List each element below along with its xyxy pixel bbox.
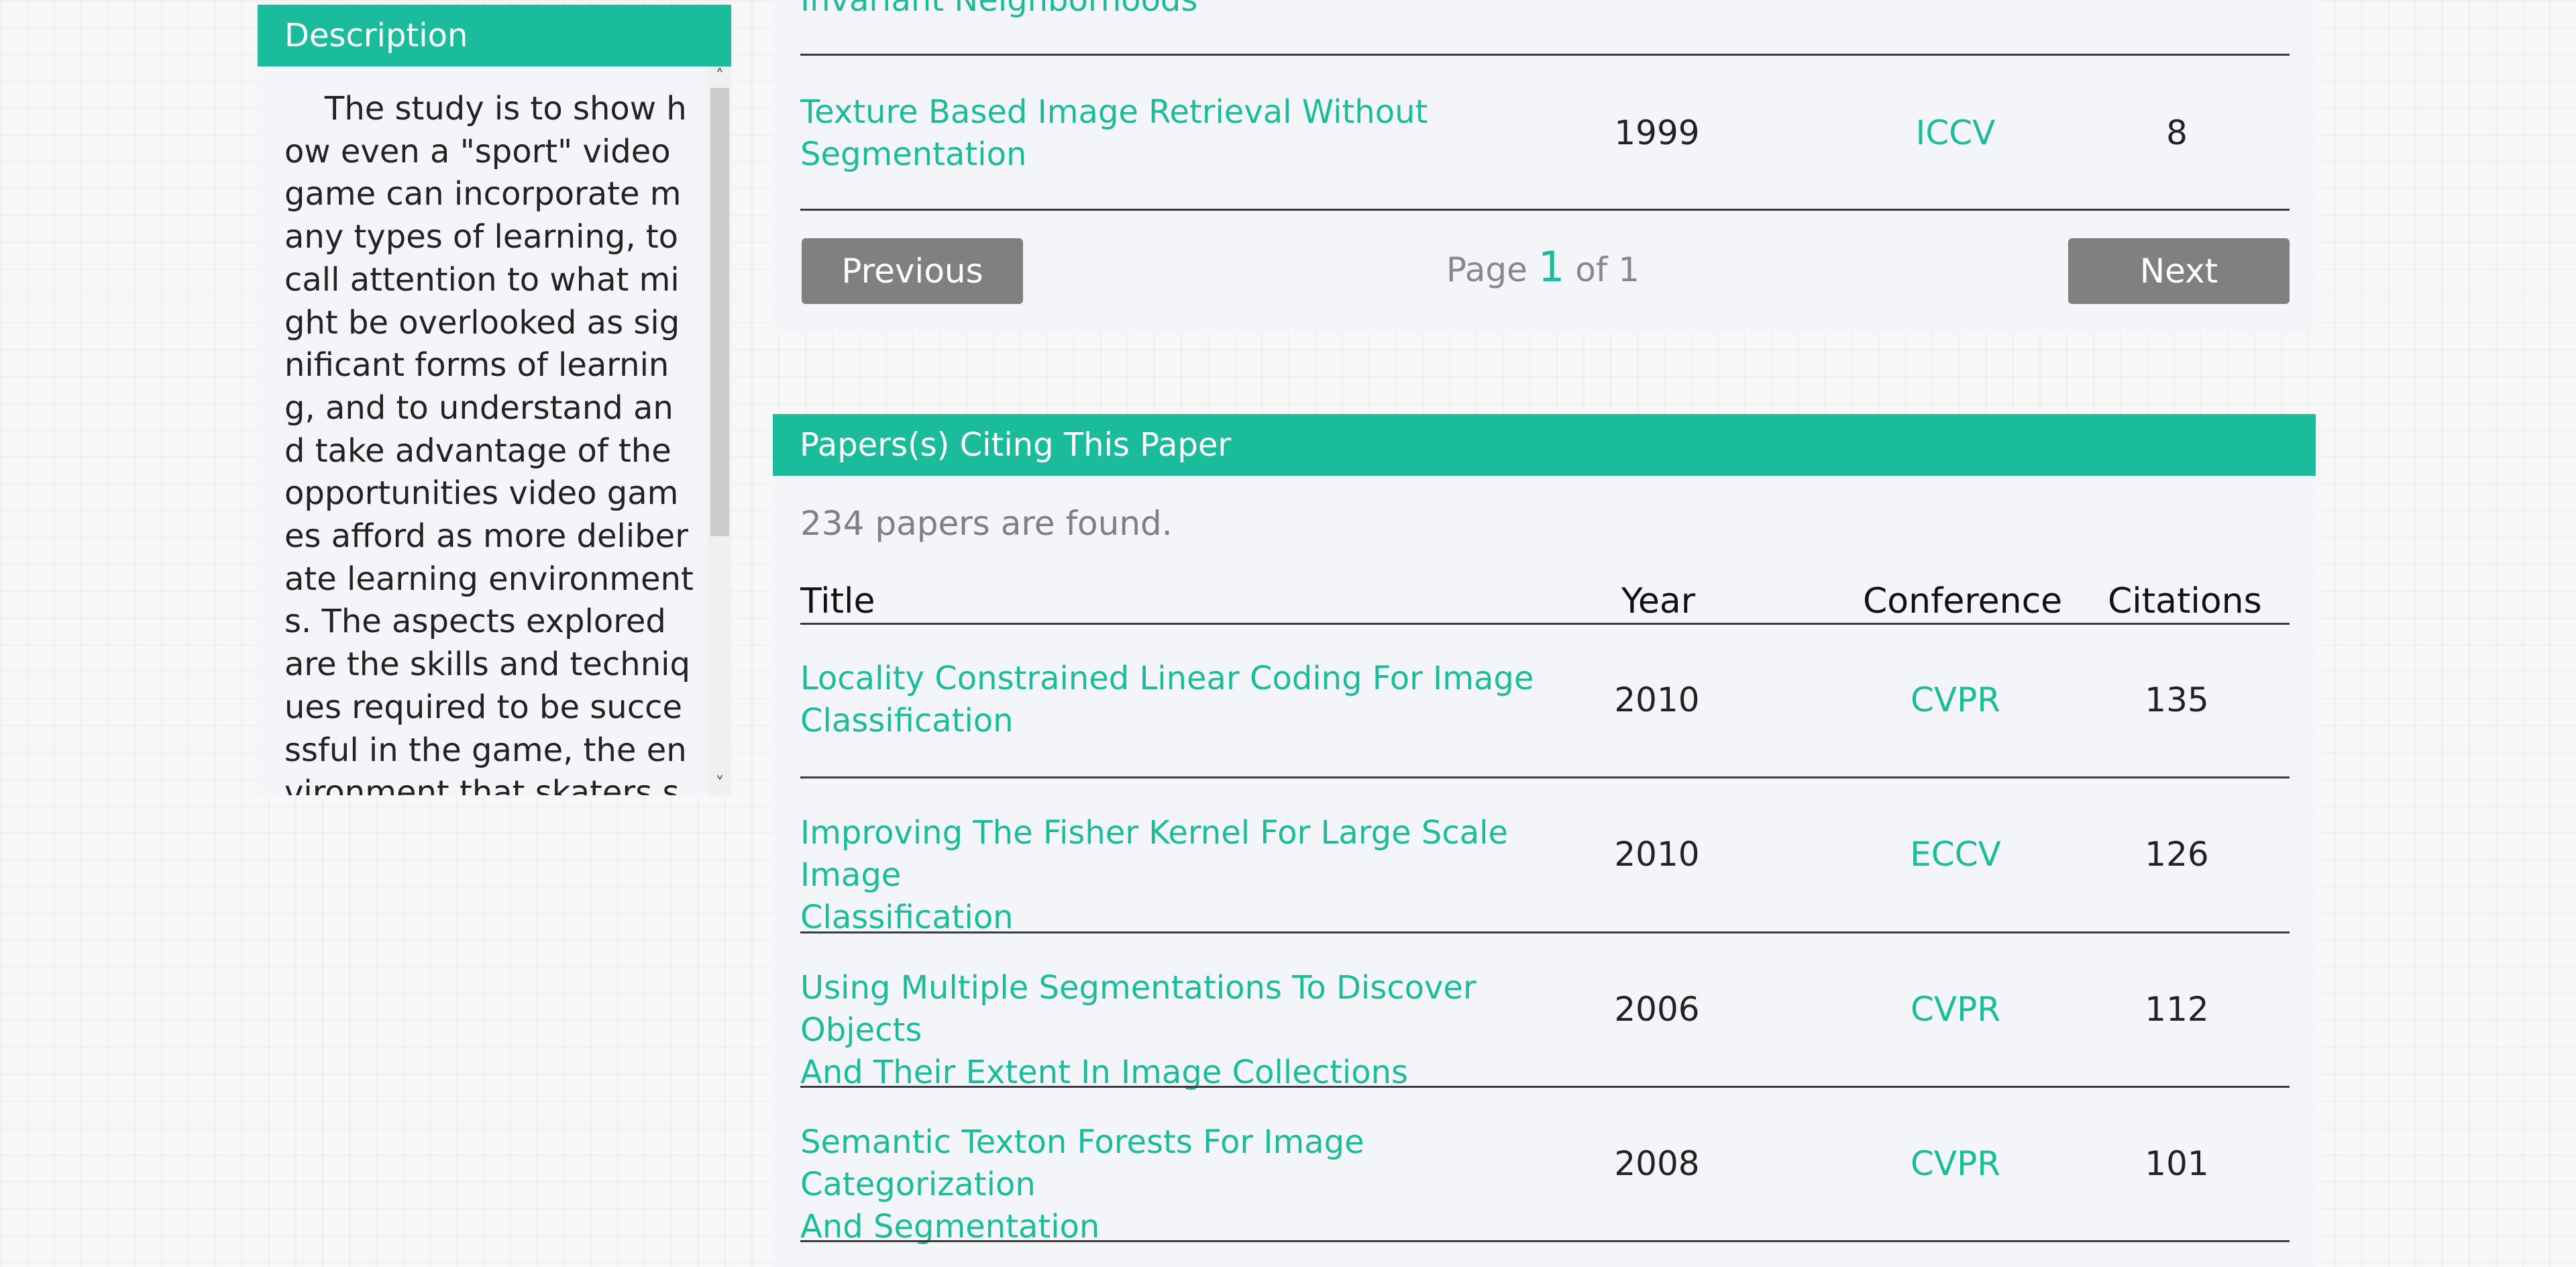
column-header-year: Year	[1621, 581, 1696, 621]
next-button[interactable]: Next	[2068, 238, 2290, 304]
citing-papers-header: Papers(s) Citing This Paper	[773, 414, 2316, 476]
citing-paper-citations: 126	[2145, 835, 2209, 874]
reference-title-link-partial[interactable]: Invariant Neighborhoods	[800, 0, 1599, 21]
row-divider	[800, 1240, 2290, 1242]
reference-conference-link[interactable]: ICCV	[1865, 112, 2046, 154]
row-divider	[800, 776, 2290, 778]
citing-paper-title-link[interactable]: Semantic Texton Forests For Image Catego…	[800, 1121, 1599, 1248]
column-header-title: Title	[800, 581, 875, 621]
scroll-thumb[interactable]	[710, 88, 729, 536]
citing-paper-conference-link[interactable]: CVPR	[1865, 989, 2046, 1031]
description-scrollbar[interactable]: ˄ ˅	[708, 66, 731, 795]
page-suffix: of 1	[1575, 250, 1640, 289]
description-header: Description	[258, 5, 731, 66]
title-line: Using Multiple Segmentations To Discover…	[800, 969, 1477, 1049]
citing-paper-year: 2010	[1614, 680, 1700, 719]
title-line: Classification	[800, 702, 1014, 740]
column-header-conference: Conference	[1863, 581, 2063, 621]
citing-paper-year: 2006	[1614, 990, 1700, 1029]
title-line: Improving The Fisher Kernel For Large Sc…	[800, 814, 1509, 894]
citing-paper-title-link[interactable]: Improving The Fisher Kernel For Large Sc…	[800, 812, 1599, 939]
row-divider	[800, 1086, 2290, 1088]
description-title: Description	[284, 17, 468, 54]
description-text: The study is to show how even a "sport" …	[284, 90, 694, 795]
current-page-number: 1	[1538, 242, 1565, 291]
row-divider	[800, 54, 2290, 56]
citing-paper-citations: 101	[2145, 1144, 2209, 1183]
column-header-citations: Citations	[2108, 581, 2262, 621]
citing-paper-year: 2010	[1614, 835, 1700, 874]
citing-paper-title-link[interactable]: Locality Constrained Linear Coding For I…	[800, 658, 1599, 742]
title-line: Segmentation	[800, 136, 1027, 173]
scroll-down-arrow-icon[interactable]: ˅	[708, 774, 731, 794]
citing-paper-conference-link[interactable]: CVPR	[1865, 1143, 2046, 1185]
citing-paper-conference-link[interactable]: ECCV	[1865, 833, 2046, 876]
row-divider	[800, 209, 2290, 211]
citing-paper-citations: 135	[2145, 680, 2209, 719]
previous-button[interactable]: Previous	[802, 238, 1023, 304]
citing-paper-citations: 112	[2145, 990, 2209, 1029]
citing-papers-title: Papers(s) Citing This Paper	[800, 426, 1232, 464]
reference-citations: 8	[2166, 113, 2188, 152]
reference-title-link[interactable]: Texture Based Image Retrieval Without Se…	[800, 91, 1599, 176]
citing-paper-conference-link[interactable]: CVPR	[1865, 679, 2046, 721]
row-divider	[800, 931, 2290, 933]
papers-found-count: 234 papers are found.	[800, 504, 1173, 543]
title-line: Texture Based Image Retrieval Without	[800, 93, 1428, 131]
title-line: Locality Constrained Linear Coding For I…	[800, 660, 1534, 697]
citing-paper-title-link[interactable]: Using Multiple Segmentations To Discover…	[800, 967, 1599, 1094]
citing-paper-year: 2008	[1614, 1144, 1700, 1183]
reference-year: 1999	[1614, 113, 1700, 152]
header-divider	[800, 623, 2290, 625]
title-line: Semantic Texton Forests For Image Catego…	[800, 1123, 1364, 1203]
page-prefix: Page	[1446, 250, 1527, 289]
scroll-up-arrow-icon[interactable]: ˄	[708, 66, 731, 87]
page-indicator: Page 1 of 1	[1382, 240, 1704, 297]
description-panel[interactable]: The study is to show how even a "sport" …	[258, 66, 731, 795]
